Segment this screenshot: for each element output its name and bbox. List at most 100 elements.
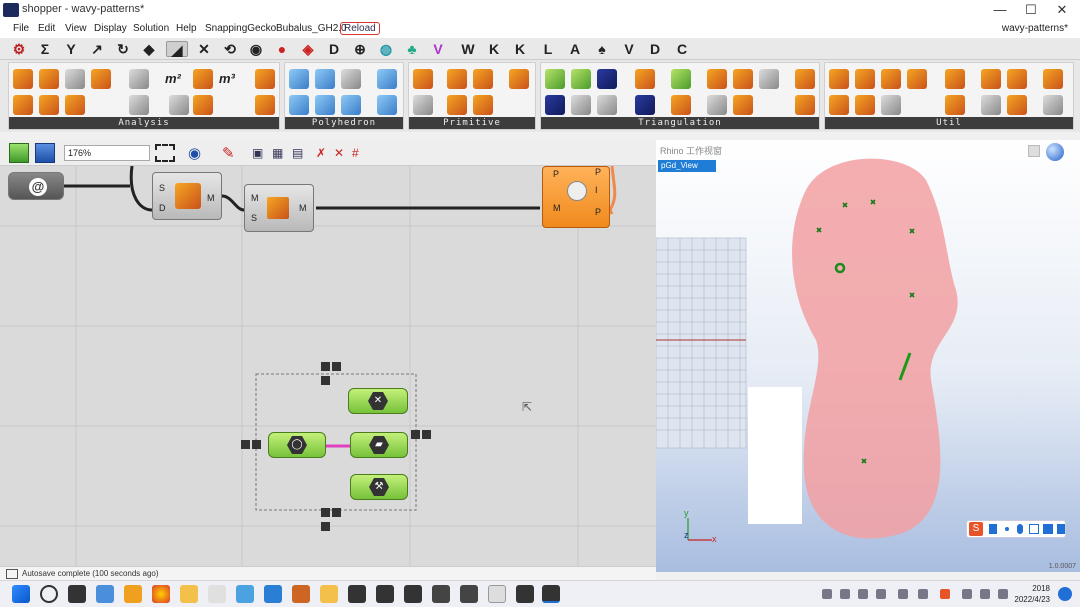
util-node-icon[interactable] [981, 95, 1001, 115]
util-grid-icon[interactable] [829, 95, 849, 115]
wireframe-icon[interactable] [341, 69, 361, 89]
stars-icon[interactable] [597, 69, 617, 89]
curve-tab-icon[interactable]: ↗ [88, 41, 106, 57]
zoom-extents-icon[interactable] [155, 144, 175, 162]
vector-tab-icon[interactable]: Y [62, 41, 80, 57]
clock-time[interactable]: 2018 [1032, 584, 1050, 593]
area-label[interactable]: m² [165, 71, 181, 86]
util-split-icon[interactable] [945, 69, 965, 89]
d-tab-icon[interactable]: D [325, 41, 343, 57]
tray-network-icon[interactable] [962, 589, 972, 599]
start-icon[interactable] [12, 585, 30, 603]
surface-tab-icon[interactable]: ↻ [114, 41, 132, 57]
book-icon[interactable] [377, 69, 397, 89]
tab-c[interactable]: C [673, 41, 691, 57]
util-block-icon[interactable] [829, 69, 849, 89]
maximize-button[interactable]: ☐ [1016, 1, 1046, 19]
target-icon[interactable] [129, 95, 149, 115]
component-circle[interactable]: ◯ [268, 432, 326, 458]
open-file-icon[interactable] [9, 143, 29, 163]
menu-help[interactable]: Help [176, 23, 197, 34]
shell-icon[interactable] [733, 69, 753, 89]
clock-date[interactable]: 2022/4/23 [1014, 595, 1050, 604]
box-icon[interactable] [193, 95, 213, 115]
port-m[interactable]: M [251, 193, 259, 203]
preview-mesh-icon[interactable]: ▤ [292, 146, 303, 160]
port-s[interactable]: S [159, 183, 165, 193]
util-ball-icon[interactable] [881, 69, 901, 89]
leaf-tab-icon[interactable]: ♣ [403, 41, 421, 57]
wave-icon[interactable] [341, 95, 361, 115]
panel-component[interactable]: @ [8, 172, 64, 200]
tab-a[interactable]: A [566, 41, 584, 57]
minimize-button[interactable]: — [985, 1, 1015, 19]
port-d[interactable]: D [159, 203, 166, 213]
search-icon[interactable] [40, 585, 58, 603]
scatter-icon[interactable] [545, 95, 565, 115]
export2-icon[interactable] [255, 95, 275, 115]
network-icon[interactable] [759, 69, 779, 89]
util-tool-icon[interactable] [1043, 95, 1063, 115]
tab-w[interactable]: W [459, 41, 477, 57]
folder-icon[interactable] [320, 585, 338, 603]
tree-tab-icon[interactable]: ♠ [593, 41, 611, 57]
notification-icon[interactable] [1058, 587, 1072, 601]
flag-icon[interactable] [39, 95, 59, 115]
mesh-tab-icon[interactable]: ◆ [140, 41, 158, 57]
util-stack-icon[interactable] [945, 95, 965, 115]
store-icon[interactable] [264, 585, 282, 603]
chrome-icon[interactable] [152, 585, 170, 603]
feather-icon[interactable] [208, 585, 226, 603]
port-m-out[interactable]: M [299, 203, 307, 213]
rhino-viewport[interactable]: Rhino 工作视窗 pGd_View y z x S 1.0.0007 [656, 140, 1080, 572]
params-tab-icon[interactable]: ⟲ [221, 41, 239, 57]
transform-tab-icon[interactable]: ✕ [195, 41, 213, 57]
chain-icon[interactable] [671, 69, 691, 89]
page-icon[interactable] [377, 95, 397, 115]
port-m-in[interactable]: M [553, 203, 561, 213]
capsule-icon[interactable] [447, 69, 467, 89]
volume-icon[interactable] [193, 69, 213, 89]
sphere-tab-icon[interactable]: ◍ [377, 41, 395, 57]
triangle-icon[interactable] [795, 69, 815, 89]
star-icon[interactable] [635, 69, 655, 89]
brush-icon[interactable]: ✎ [222, 144, 235, 162]
shield-tab-icon[interactable]: ◈ [299, 41, 317, 57]
port-s[interactable]: S [251, 213, 257, 223]
port-i-out[interactable]: I [595, 185, 598, 195]
points-icon[interactable] [545, 69, 565, 89]
sigma-tab-icon[interactable]: Σ [36, 41, 54, 57]
menu-reload[interactable]: Reload [340, 22, 380, 35]
explorer-icon[interactable] [180, 585, 198, 603]
tray-app3-icon[interactable] [876, 589, 886, 599]
ime-mode-icon[interactable] [989, 524, 997, 534]
zoom-select[interactable]: 176% [64, 145, 150, 161]
tray-app1-icon[interactable] [840, 589, 850, 599]
tray-app2-icon[interactable] [858, 589, 868, 599]
rhino-app3-icon[interactable] [404, 585, 422, 603]
ime-keyboard-icon[interactable] [1029, 524, 1039, 534]
intersect-tab-icon[interactable]: ◢ [166, 41, 188, 58]
gem-icon[interactable] [733, 95, 753, 115]
menu-display[interactable]: Display [94, 23, 127, 34]
cone-icon[interactable] [39, 69, 59, 89]
probe-icon[interactable] [169, 95, 189, 115]
component-grid-divide[interactable]: S D M [152, 172, 222, 220]
tab-v[interactable]: V [620, 41, 638, 57]
monitor-app-icon[interactable] [488, 585, 506, 603]
plane-icon[interactable] [413, 95, 433, 115]
util-cube-icon[interactable] [907, 69, 927, 89]
menu-snappinggecko[interactable]: SnappingGecko [205, 23, 276, 34]
rhino-app4-icon[interactable] [432, 585, 450, 603]
tree-icon[interactable] [597, 95, 617, 115]
display-tab-icon[interactable]: ◉ [247, 41, 265, 57]
gear-tab-icon[interactable]: ⚙ [10, 41, 28, 57]
tray-battery-icon[interactable] [998, 589, 1008, 599]
port-p-in[interactable]: P [553, 169, 559, 179]
preview-icon[interactable]: ▣ [252, 146, 263, 160]
delaunay-icon[interactable] [571, 95, 591, 115]
dodecahedron-icon[interactable] [315, 69, 335, 89]
component-bake[interactable]: ▰ [350, 432, 408, 458]
sphere-icon[interactable] [473, 69, 493, 89]
util-frame-icon[interactable] [981, 69, 1001, 89]
